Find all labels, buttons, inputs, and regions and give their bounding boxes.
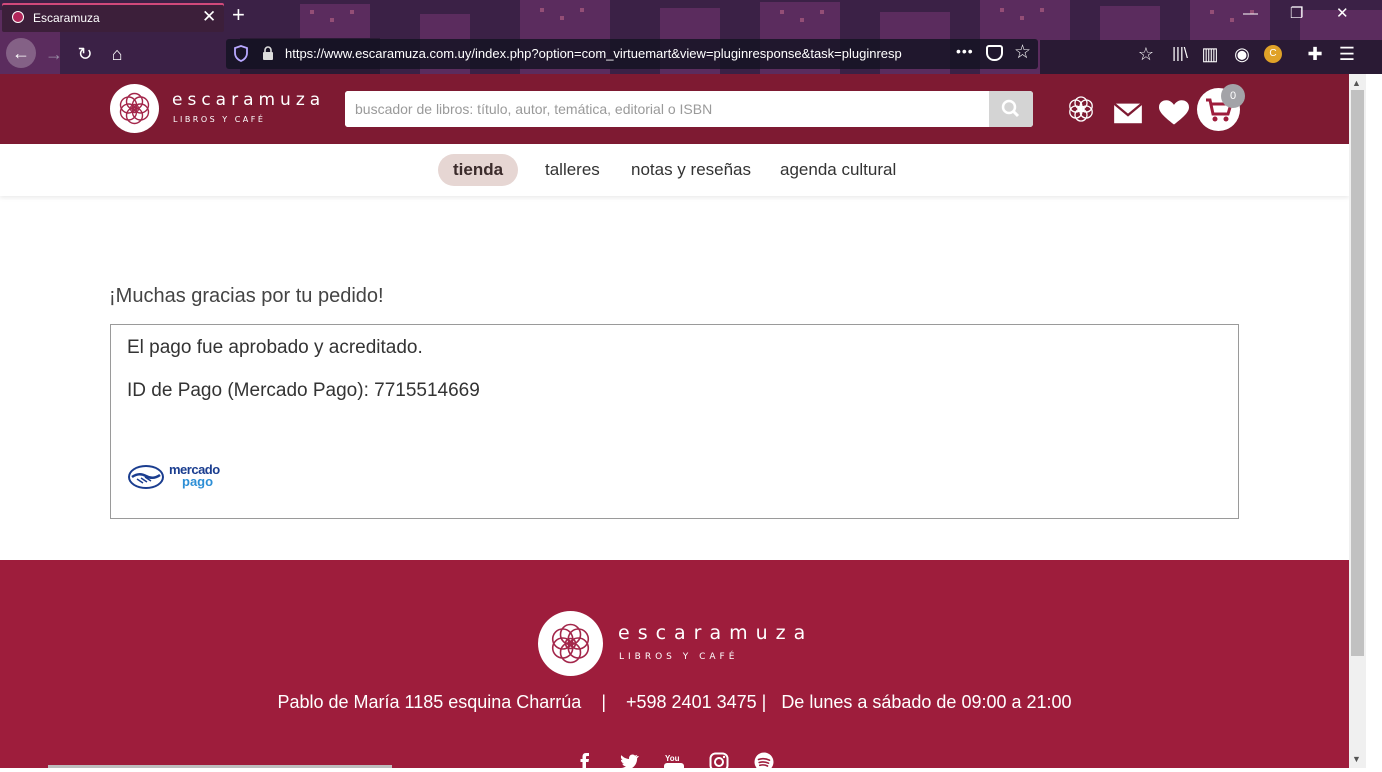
browser-chrome: Escaramuza ✕ + — ❐ ✕ ← → ↻ ⌂ https://www… [0, 0, 1382, 74]
library-icon[interactable]: |||\ [1168, 42, 1192, 66]
reader-view-icon[interactable]: ▥ [1198, 42, 1222, 66]
cart-count-badge: 0 [1221, 84, 1245, 108]
spotify-icon[interactable] [754, 752, 774, 772]
scrollbar-thumb[interactable] [1351, 90, 1364, 656]
mp-logo-bottom: pago [182, 474, 214, 489]
restore-icon[interactable]: ❐ [1290, 6, 1303, 21]
youtube-icon[interactable]: You [664, 752, 684, 772]
handshake-icon [128, 465, 164, 489]
heart-icon[interactable] [1159, 98, 1189, 128]
footer-logo[interactable] [538, 611, 603, 676]
minimize-icon[interactable]: — [1243, 6, 1258, 21]
address-bar[interactable]: https://www.escaramuza.com.uy/index.php?… [226, 39, 1038, 69]
nav-item-tienda[interactable]: tienda [438, 154, 519, 186]
mail-icon[interactable] [1113, 99, 1143, 129]
site-favicon-icon [12, 11, 24, 23]
logo-tagline: LIBROS Y CAFÉ [173, 115, 266, 124]
thanks-heading: ¡Muchas gracias por tu pedido! [109, 285, 384, 307]
search-icon [1001, 99, 1020, 118]
payment-result-box: El pago fue aprobado y acreditado. ID de… [110, 324, 1239, 519]
payment-id-text: ID de Pago (Mercado Pago): 7715514669 [127, 380, 480, 401]
svg-text:You: You [665, 754, 680, 763]
search-button[interactable] [989, 91, 1033, 127]
footer-logo-flower-icon [551, 623, 590, 664]
footer-contact-info: Pablo de María 1185 esquina Charrúa | +5… [277, 692, 1072, 712]
nav-item-talleres[interactable]: talleres [530, 154, 615, 186]
page-scrollbar[interactable]: ▲ ▼ [1349, 74, 1366, 768]
site-footer: escaramuza LIBROS Y CAFÉ Pablo de María … [0, 560, 1349, 772]
extension-icon[interactable]: C [1264, 45, 1282, 63]
scroll-up-icon[interactable]: ▲ [1352, 78, 1361, 88]
payment-approved-text: El pago fue aprobado y acreditado. [127, 337, 423, 358]
flower-icon[interactable] [1066, 94, 1096, 124]
window-edge [1366, 74, 1382, 768]
scroll-down-icon[interactable]: ▼ [1352, 754, 1361, 764]
hamburger-menu-icon[interactable]: ☰ [1335, 42, 1359, 66]
facebook-icon[interactable] [575, 752, 595, 772]
url-text: https://www.escaramuza.com.uy/index.php?… [285, 46, 902, 61]
logo-link[interactable] [110, 84, 159, 133]
nav-item-notas-y-resenas[interactable]: notas y reseñas [616, 154, 766, 186]
tab-title: Escaramuza [33, 11, 100, 25]
bookmark-star-icon[interactable]: ☆ [1014, 41, 1031, 64]
main-navigation: tienda talleres notas y reseñas agenda c… [0, 144, 1349, 196]
forward-icon[interactable]: → [42, 42, 66, 66]
footer-logo-name: escaramuza [618, 622, 814, 644]
instagram-icon[interactable] [709, 752, 729, 772]
extensions-puzzle-icon[interactable]: ✚ [1303, 42, 1327, 66]
account-icon[interactable]: ◉ [1230, 42, 1254, 66]
logo-name: escaramuza [172, 90, 326, 110]
search-box [345, 91, 1033, 127]
page-actions-icon[interactable]: ••• [956, 43, 974, 59]
tab-bar: Escaramuza ✕ + — ❐ ✕ [0, 0, 1382, 34]
reload-icon[interactable]: ↻ [73, 42, 97, 66]
tab-escaramuza[interactable]: Escaramuza ✕ [2, 3, 224, 32]
browser-toolbar: ← → ↻ ⌂ https://www.escaramuza.com.uy/in… [0, 34, 1382, 74]
close-tab-icon[interactable]: ✕ [202, 8, 216, 25]
site-header: escaramuza LIBROS Y CAFÉ 0 [0, 74, 1349, 144]
bookmarks-menu-icon[interactable]: ☆ [1134, 42, 1158, 66]
tracking-shield-icon[interactable] [234, 45, 248, 62]
footer-logo-tagline: LIBROS Y CAFÉ [619, 652, 739, 662]
pocket-icon[interactable] [986, 45, 1003, 61]
search-input[interactable] [345, 91, 989, 127]
new-tab-icon[interactable]: + [232, 4, 245, 26]
back-icon[interactable]: ← [6, 38, 36, 68]
lock-icon[interactable] [262, 46, 274, 61]
twitter-icon[interactable] [619, 752, 639, 772]
home-icon[interactable]: ⌂ [105, 42, 129, 66]
window-close-icon[interactable]: ✕ [1336, 6, 1349, 21]
logo-flower-icon [119, 92, 150, 125]
mercado-pago-logo: mercado pago [127, 462, 237, 492]
nav-item-agenda-cultural[interactable]: agenda cultural [765, 154, 911, 186]
